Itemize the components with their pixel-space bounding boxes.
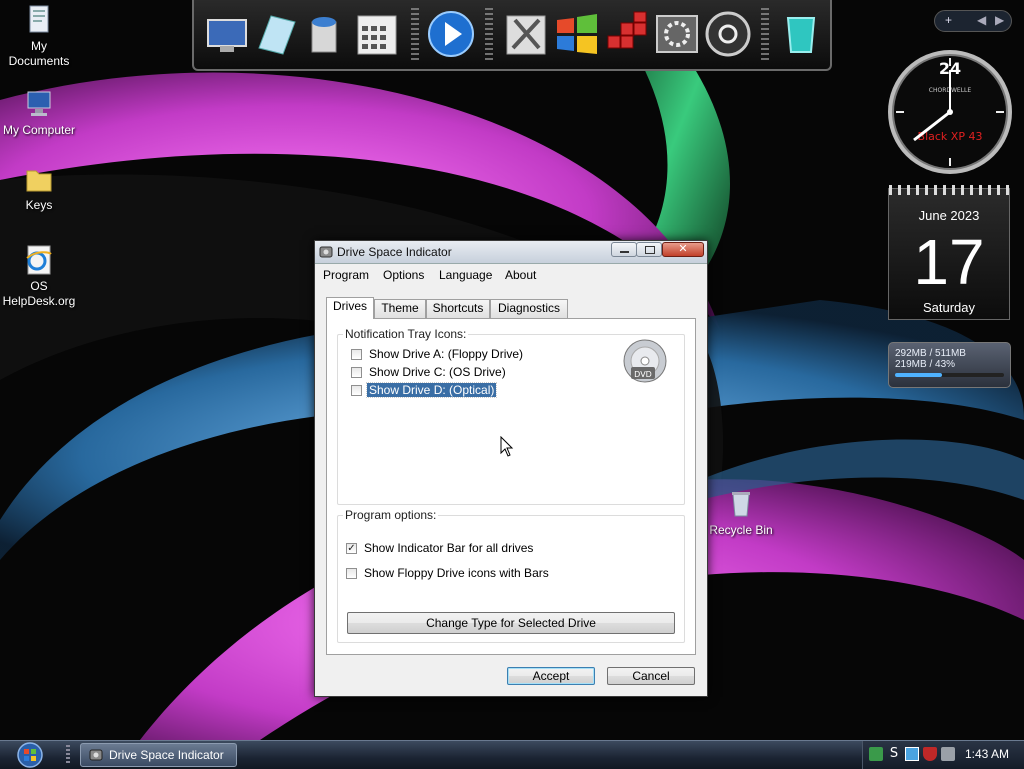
network-icon[interactable] bbox=[869, 747, 883, 761]
checkbox-box[interactable] bbox=[351, 385, 362, 396]
calendar-day: 17 bbox=[913, 226, 985, 298]
previous-arrow-icon[interactable]: ◀ bbox=[977, 13, 986, 27]
checkbox-label: Show Drive A: (Floppy Drive) bbox=[369, 347, 524, 361]
system-tray: S 1:43 AM bbox=[862, 741, 1024, 769]
drive-tray-icon[interactable] bbox=[941, 747, 955, 761]
calendar-gadget[interactable]: June 2023 17 Saturday bbox=[888, 185, 1010, 320]
desktop-icon-label: Recycle Bin bbox=[709, 523, 773, 537]
drive-meter-line-2: 219MB / 43% bbox=[895, 359, 956, 370]
dock-separator bbox=[761, 8, 769, 60]
system-settings-icon[interactable] bbox=[652, 8, 702, 60]
paint-bucket-icon[interactable] bbox=[300, 8, 350, 60]
mouse-cursor-icon bbox=[500, 436, 514, 457]
tools-icon[interactable] bbox=[501, 8, 551, 60]
tab-shortcuts[interactable]: Shortcuts bbox=[426, 299, 490, 318]
tab-drives[interactable]: Drives bbox=[326, 297, 374, 319]
next-arrow-icon[interactable]: ▶ bbox=[995, 13, 1004, 27]
notepad-icon[interactable] bbox=[251, 8, 301, 60]
calendar-month-year: June 2023 bbox=[918, 208, 980, 223]
calendar-rings bbox=[889, 185, 1009, 195]
maximize-icon bbox=[645, 246, 655, 254]
checkbox-box[interactable] bbox=[346, 568, 357, 579]
tab-diagnostics[interactable]: Diagnostics bbox=[490, 299, 568, 318]
desktop-icon-label: My Documents bbox=[8, 39, 70, 68]
program-options-label: Program options: bbox=[343, 508, 439, 522]
minimize-button[interactable] bbox=[611, 242, 637, 257]
skype-s-icon[interactable]: S bbox=[887, 747, 901, 761]
security-shield-icon[interactable] bbox=[923, 747, 937, 761]
drives-tab-panel: Notification Tray Icons: Show Drive A: (… bbox=[326, 318, 696, 655]
desktop-icon-my-computer[interactable]: My Computer bbox=[0, 88, 79, 138]
cancel-button[interactable]: Cancel bbox=[607, 667, 695, 685]
internet-explorer-icon bbox=[26, 245, 52, 275]
desktop-icon-label: OS HelpDesk.org bbox=[2, 279, 76, 308]
checkbox-box[interactable] bbox=[351, 349, 362, 360]
dock-bar bbox=[192, 0, 832, 71]
taskbar: Drive Space Indicator S 1:43 AM bbox=[0, 740, 1024, 769]
dvd-drive-icon: DVD bbox=[623, 339, 667, 383]
dock-separator bbox=[485, 8, 493, 60]
accept-button[interactable]: Accept bbox=[507, 667, 595, 685]
windows-logo-icon[interactable] bbox=[551, 8, 601, 60]
display-settings-icon[interactable] bbox=[202, 8, 252, 60]
drive-meter-bar bbox=[895, 373, 1004, 377]
calculator-icon[interactable] bbox=[352, 8, 402, 60]
taskbar-grip bbox=[66, 745, 70, 765]
computer-icon bbox=[27, 91, 51, 116]
checkbox-label: Show Floppy Drive icons with Bars bbox=[364, 566, 549, 580]
analog-clock-gadget[interactable]: 24 CHORDWELLE Black XP 43 bbox=[886, 48, 1014, 176]
title-bar[interactable]: Drive Space Indicator ✕ bbox=[315, 241, 707, 264]
drive-meter-fill bbox=[895, 373, 942, 377]
tab-theme[interactable]: Theme bbox=[374, 299, 426, 318]
menu-bar: Program Options Language About bbox=[315, 264, 707, 286]
start-button[interactable] bbox=[8, 741, 52, 769]
menu-options[interactable]: Options bbox=[383, 268, 424, 282]
drive-app-icon bbox=[89, 749, 103, 761]
checkbox-label-selected: Show Drive D: (Optical) bbox=[365, 382, 498, 398]
media-player-icon[interactable] bbox=[426, 8, 476, 60]
checkbox-box[interactable] bbox=[351, 367, 362, 378]
my-documents-icon bbox=[29, 5, 49, 33]
maximize-button[interactable] bbox=[636, 242, 662, 257]
recycle-icon[interactable] bbox=[776, 8, 826, 60]
gadget-nav-bar: + ◀ ▶ bbox=[934, 10, 1012, 32]
registry-icon[interactable] bbox=[602, 8, 652, 60]
change-type-button[interactable]: Change Type for Selected Drive bbox=[347, 612, 675, 634]
notification-tray-label: Notification Tray Icons: bbox=[343, 327, 469, 341]
desktop-icon-keys[interactable]: Keys bbox=[0, 163, 79, 213]
folder-icon bbox=[26, 170, 52, 192]
menu-program[interactable]: Program bbox=[323, 268, 369, 282]
checkbox-label: Show Drive C: (OS Drive) bbox=[369, 365, 506, 379]
clock-caption: Black XP 43 bbox=[918, 130, 983, 143]
drive-space-indicator-window: Drive Space Indicator ✕ Program Options … bbox=[314, 240, 708, 697]
drive-meter-gadget[interactable]: 292MB / 511MB 219MB / 43% bbox=[888, 342, 1011, 388]
desktop-icon-os-helpdesk[interactable]: OS HelpDesk.org bbox=[0, 244, 79, 309]
menu-language[interactable]: Language bbox=[439, 268, 492, 282]
recycle-bin-icon bbox=[732, 492, 750, 517]
desktop-icon-label: Keys bbox=[25, 198, 53, 212]
drive-meter-line-1: 292MB / 511MB bbox=[895, 348, 966, 359]
taskbar-clock[interactable]: 1:43 AM bbox=[965, 747, 1009, 761]
monitor-tray-icon[interactable] bbox=[905, 747, 919, 761]
dock-separator bbox=[411, 8, 419, 60]
power-icon[interactable] bbox=[703, 8, 753, 60]
desktop-icon-recycle-bin[interactable]: Recycle Bin bbox=[701, 488, 781, 538]
taskbar-button-label: Drive Space Indicator bbox=[109, 748, 224, 762]
minimize-icon bbox=[620, 251, 629, 253]
taskbar-button-drive-space-indicator[interactable]: Drive Space Indicator bbox=[80, 743, 237, 767]
window-title: Drive Space Indicator bbox=[337, 245, 452, 259]
add-gadget-icon[interactable]: + bbox=[945, 13, 952, 27]
checkbox-label: Show Indicator Bar for all drives bbox=[364, 541, 534, 555]
close-button[interactable]: ✕ bbox=[662, 242, 704, 257]
checkbox-box-checked[interactable]: ✓ bbox=[346, 543, 357, 554]
dvd-label: DVD bbox=[634, 370, 652, 379]
calendar-weekday: Saturday bbox=[922, 300, 976, 315]
menu-about[interactable]: About bbox=[505, 268, 536, 282]
desktop-icon-label: My Computer bbox=[2, 123, 76, 137]
close-icon: ✕ bbox=[678, 242, 688, 255]
desktop-icon-my-documents[interactable]: My Documents bbox=[0, 4, 79, 69]
drive-app-icon bbox=[319, 246, 333, 258]
